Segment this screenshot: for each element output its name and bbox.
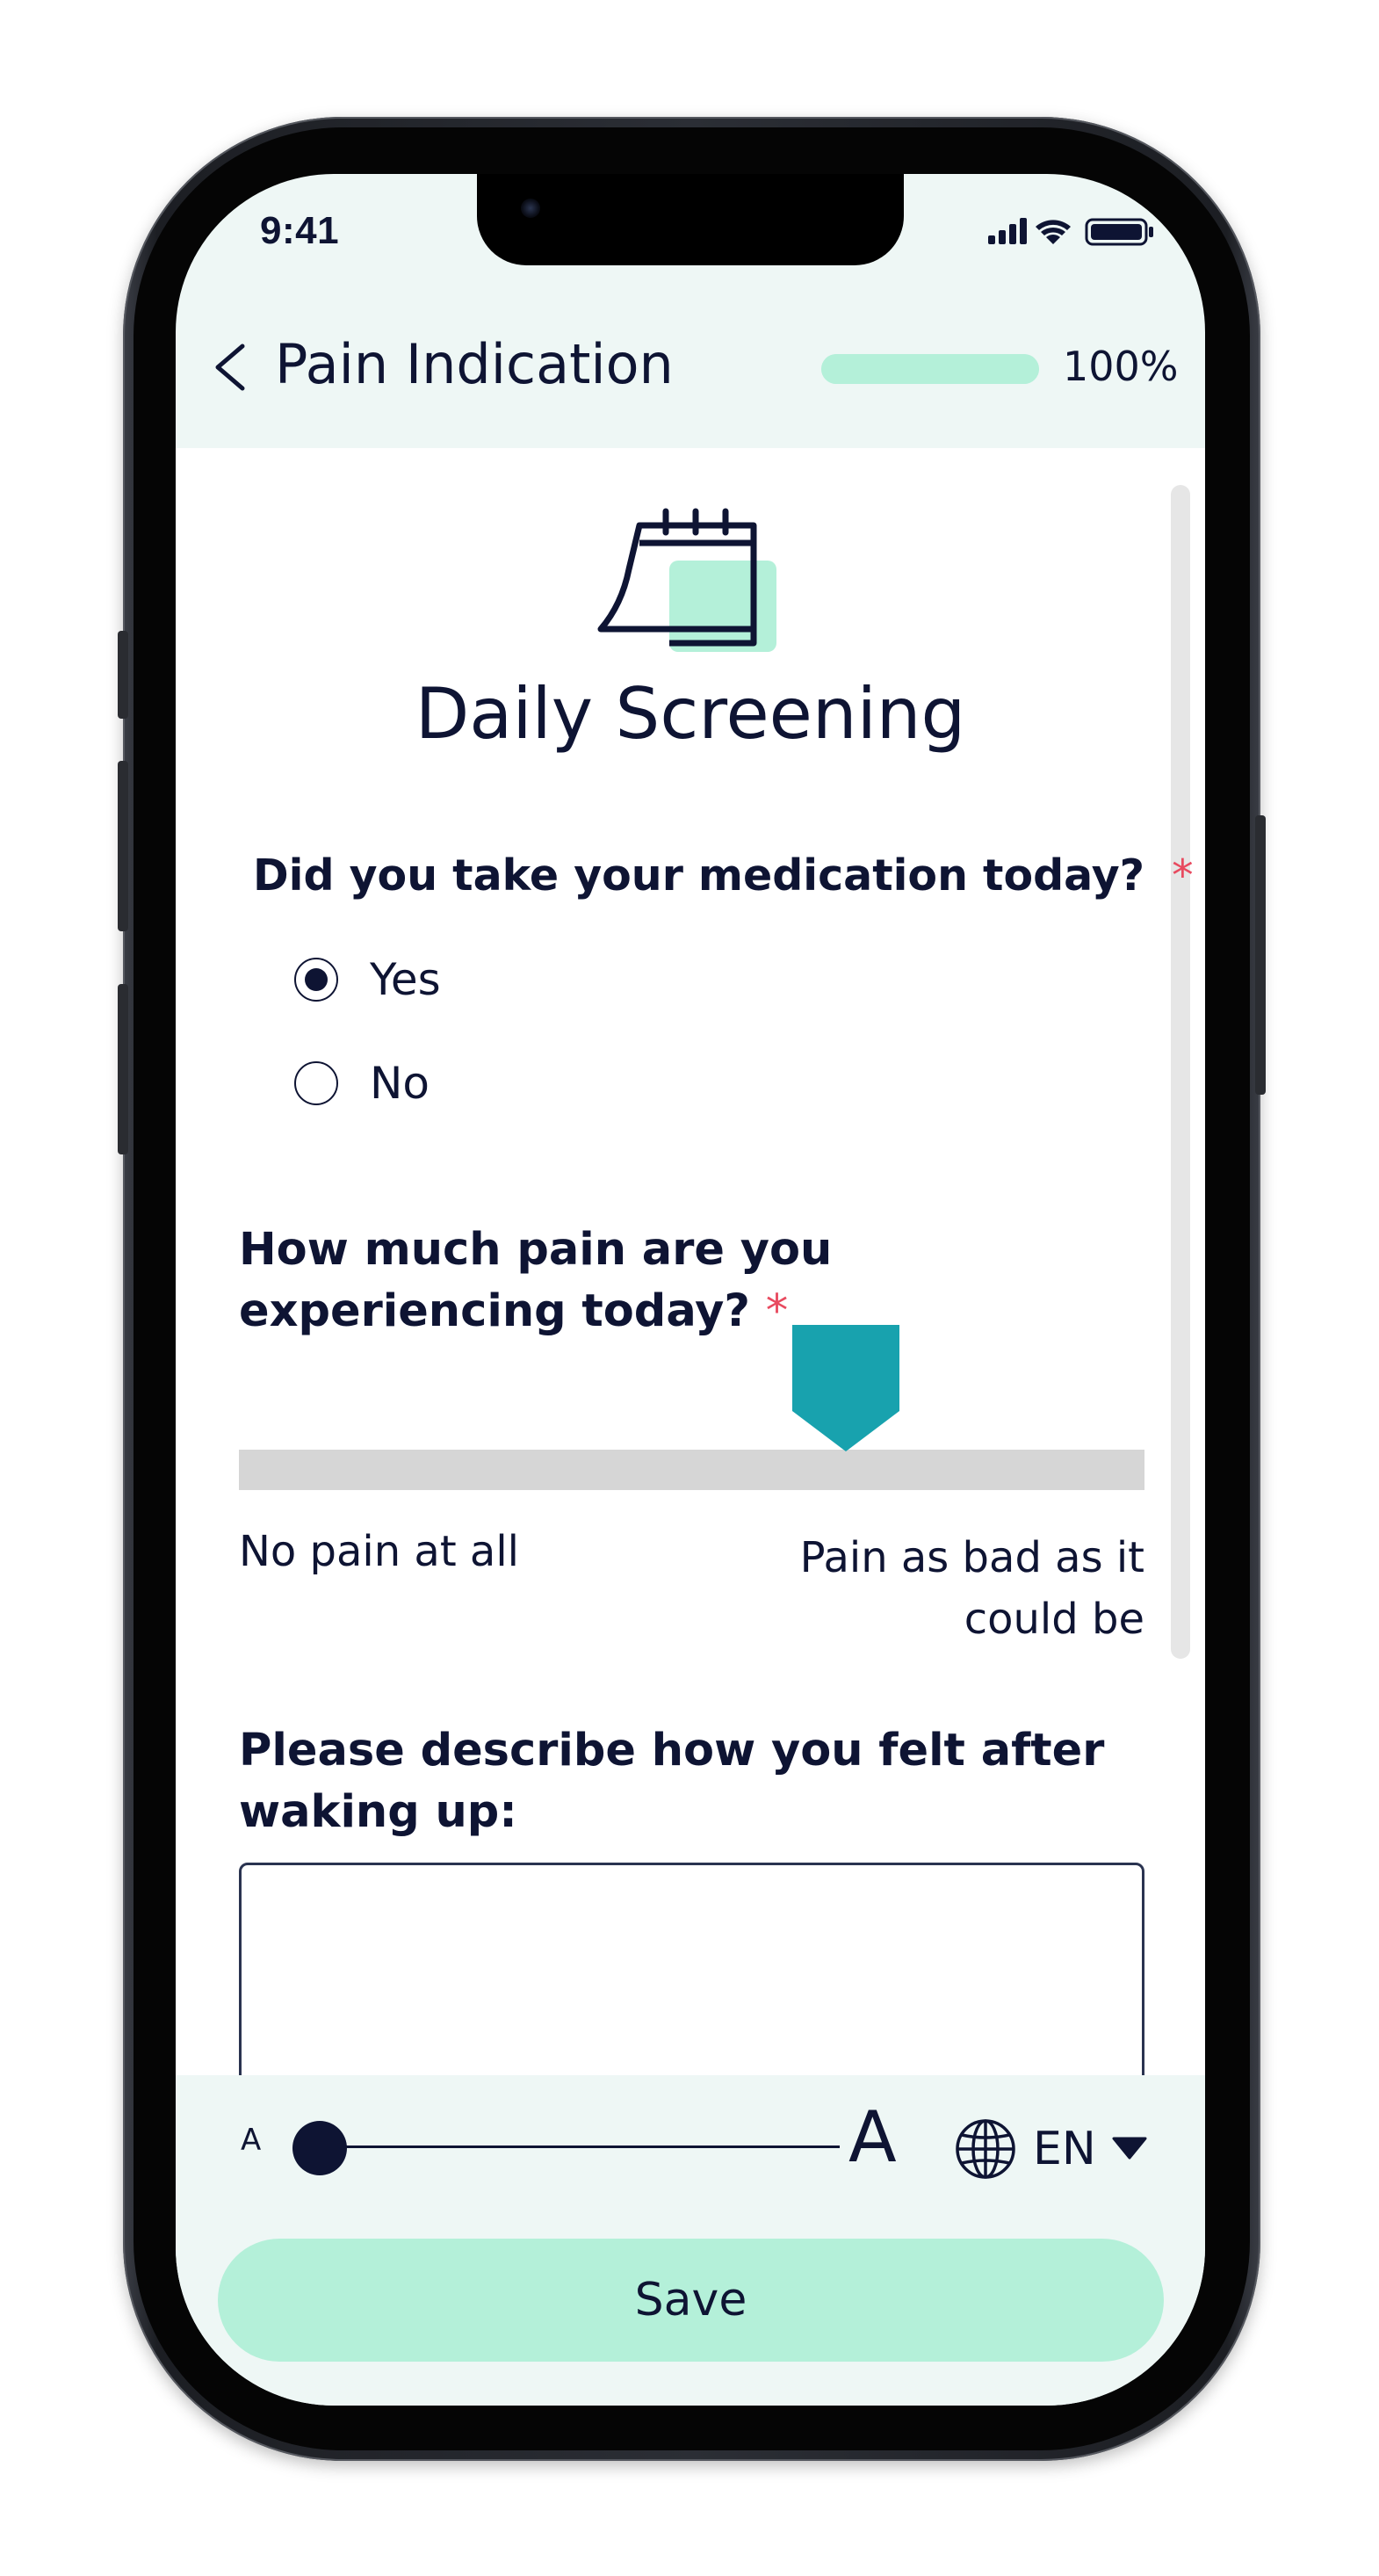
pain-question-text: How much pain are you experiencing today… [239, 1224, 833, 1337]
pain-slider-track[interactable] [239, 1450, 1144, 1490]
wake-feeling-question-label: Please describe how you felt after wakin… [239, 1725, 1105, 1838]
font-size-small-label: A [241, 2123, 262, 2158]
mute-switch [118, 631, 128, 719]
page-title: Pain Indication [275, 332, 674, 396]
pain-question-label: How much pain are you experiencing today… [239, 1219, 1117, 1342]
caret-down-icon[interactable] [1112, 2137, 1147, 2160]
font-size-large-label: A [848, 2096, 897, 2178]
font-size-slider-track[interactable] [306, 2145, 840, 2148]
volume-up-button [118, 761, 128, 931]
wifi-icon [1036, 220, 1071, 244]
notch [477, 174, 904, 265]
volume-down-button [118, 984, 128, 1154]
radio-selected-dot [305, 968, 328, 991]
save-button[interactable]: Save [218, 2239, 1164, 2362]
phone-screen: 9:41 Pain Indication 100% Daily Screenin… [176, 174, 1205, 2406]
required-asterisk: * [1172, 850, 1194, 901]
pain-scale-max-label: Pain as bad as it could be [799, 1533, 1144, 1644]
calendar-icon [597, 508, 776, 652]
radio-button-no[interactable] [294, 1061, 338, 1105]
pain-slider-thumb[interactable] [791, 1325, 899, 1451]
progress-bar-fill [821, 354, 1039, 384]
power-button [1255, 815, 1266, 1095]
progress-bar [821, 354, 1039, 384]
front-camera [521, 199, 540, 218]
medication-question-text: Did you take your medication today? [253, 850, 1145, 901]
status-icons [988, 218, 1153, 246]
cellular-signal-icon [988, 218, 1027, 244]
status-time: 9:41 [260, 209, 340, 252]
radio-label-yes: Yes [370, 954, 441, 1005]
required-asterisk: * [765, 1285, 789, 1337]
radio-button-yes[interactable] [294, 958, 338, 1002]
battery-icon [1085, 218, 1153, 246]
back-chevron-icon[interactable] [211, 341, 249, 394]
screen-title: Daily Screening [415, 673, 966, 755]
scrollbar[interactable] [1171, 485, 1190, 1659]
progress-percent: 100% [1063, 343, 1179, 390]
medication-question-label: Did you take your medication today? * [253, 850, 1194, 901]
globe-icon[interactable] [954, 2117, 1017, 2181]
radio-label-no: No [370, 1058, 430, 1109]
language-selector[interactable]: EN [1033, 2117, 1096, 2181]
font-size-slider-knob[interactable] [292, 2121, 347, 2175]
pain-scale-min-label: No pain at all [239, 1527, 520, 1576]
